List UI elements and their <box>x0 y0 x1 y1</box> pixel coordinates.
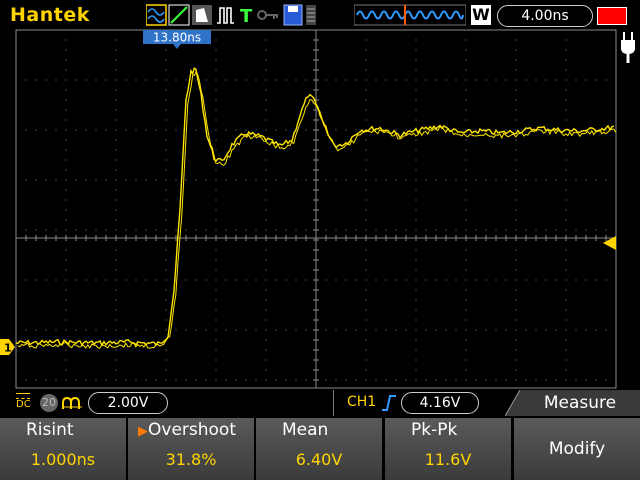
rising-edge-icon <box>382 395 396 411</box>
channel-bar-divider <box>333 390 334 416</box>
measurement-label: Risint <box>26 420 74 440</box>
cursor-time-text: 13.80ns <box>153 31 201 45</box>
coupling-label: DC <box>16 399 31 410</box>
measurement-label: Pk-Pk <box>411 420 458 440</box>
trigger-source-label: CH1 <box>347 394 377 410</box>
channel-1-marker-label: 1 <box>4 342 12 355</box>
measurement-pk-pk[interactable]: Pk-Pk 11.6V <box>385 418 511 480</box>
graticule-grid <box>15 29 617 389</box>
measurement-risint[interactable]: Risint 1.000ns <box>0 418 126 480</box>
measurement-label: Overshoot <box>148 420 236 440</box>
coupling-indicator: DC <box>16 393 31 410</box>
measurement-value: 1.000ns <box>30 450 96 469</box>
bandwidth-limit-indicator: 20 <box>40 394 58 412</box>
measurement-value: 11.6V <box>424 450 472 469</box>
measurement-mean[interactable]: Mean 6.40V <box>256 418 382 480</box>
probe-icon <box>62 396 82 409</box>
measurement-value: 6.40V <box>295 450 343 469</box>
modify-button[interactable]: Modify <box>514 418 640 480</box>
measure-menu-title: Measure <box>520 390 640 416</box>
measurement-overshoot[interactable]: ▶Overshoot 31.8% <box>128 418 254 480</box>
measurement-value: 31.8% <box>165 450 217 469</box>
selected-arrow-icon: ▶ <box>138 424 148 439</box>
trigger-level-readout[interactable]: 4.16V <box>401 392 479 414</box>
volts-per-div-readout[interactable]: 2.00V <box>88 392 168 414</box>
channel-1-marker: 1 <box>0 339 15 355</box>
cursor-time-label: 13.80ns <box>143 30 211 49</box>
measurement-label: Mean <box>282 420 329 440</box>
